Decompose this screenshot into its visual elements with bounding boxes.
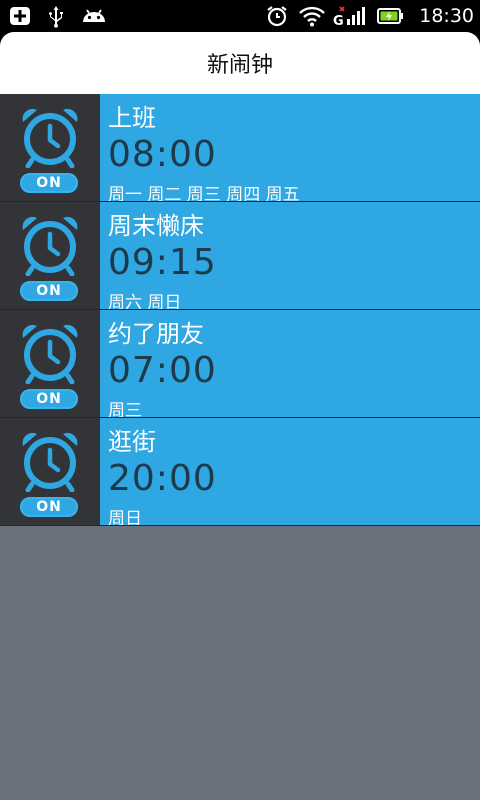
alarm-days: 周三 (108, 401, 142, 417)
alarm-row[interactable]: ON 周末懒床 09:15 周六 周日 (0, 202, 480, 310)
title-bar: 新闹钟 (0, 32, 480, 94)
alarm-icon-cell: ON (0, 202, 100, 309)
signal-type-label: G (333, 14, 344, 28)
alarm-on-toggle[interactable]: ON (20, 497, 78, 517)
status-bar: G 18:30 (0, 0, 480, 32)
alarm-name: 约了朋友 (108, 320, 204, 348)
alarm-list: ON 上班 08:00 周一 周二 周三 周四 周五 ON 周末懒床 09:15… (0, 94, 480, 800)
alarm-on-toggle[interactable]: ON (20, 389, 78, 409)
alarm-name: 周末懒床 (108, 212, 204, 240)
battery-charging-icon (377, 4, 405, 28)
page-title: 新闹钟 (206, 53, 273, 78)
alarm-row[interactable]: ON 约了朋友 07:00 周三 (0, 310, 480, 418)
alarm-days: 周一 周二 周三 周四 周五 (108, 185, 300, 201)
wifi-icon (299, 4, 326, 28)
alarm-time: 07:00 (108, 350, 217, 391)
alarm-name: 上班 (108, 104, 156, 132)
alarm-info[interactable]: 上班 08:00 周一 周二 周三 周四 周五 (100, 94, 480, 201)
alarm-icon-cell: ON (0, 310, 100, 417)
alarm-on-toggle[interactable]: ON (20, 173, 78, 193)
alarm-time: 09:15 (108, 242, 217, 283)
alarm-info[interactable]: 周末懒床 09:15 周六 周日 (100, 202, 480, 309)
alarm-info[interactable]: 约了朋友 07:00 周三 (100, 310, 480, 417)
alarm-clock-icon (265, 4, 289, 28)
status-time: 18:30 (419, 5, 474, 27)
alarm-days: 周六 周日 (108, 293, 182, 309)
usb-icon (44, 4, 68, 28)
signal-icon: G (333, 4, 367, 28)
alarm-clock-icon (22, 216, 78, 276)
status-right-icons: G 18:30 (265, 0, 474, 32)
alarm-time: 08:00 (108, 134, 217, 175)
alarm-app-screen: G 18:30 新闹钟 ON 上班 08:00 周一 周二 周三 周四 周五 O… (0, 0, 480, 800)
android-icon (80, 4, 105, 28)
alarm-row[interactable]: ON 逛街 20:00 周日 (0, 418, 480, 526)
add-icon (8, 4, 32, 28)
alarm-clock-icon (22, 108, 78, 168)
alarm-clock-icon (22, 432, 78, 492)
alarm-clock-icon (22, 324, 78, 384)
alarm-icon-cell: ON (0, 94, 100, 201)
alarm-row[interactable]: ON 上班 08:00 周一 周二 周三 周四 周五 (0, 94, 480, 202)
alarm-time: 20:00 (108, 458, 217, 499)
alarm-info[interactable]: 逛街 20:00 周日 (100, 418, 480, 525)
status-left-icons (8, 0, 105, 32)
alarm-days: 周日 (108, 509, 142, 525)
alarm-icon-cell: ON (0, 418, 100, 525)
alarm-on-toggle[interactable]: ON (20, 281, 78, 301)
alarm-name: 逛街 (108, 428, 156, 456)
